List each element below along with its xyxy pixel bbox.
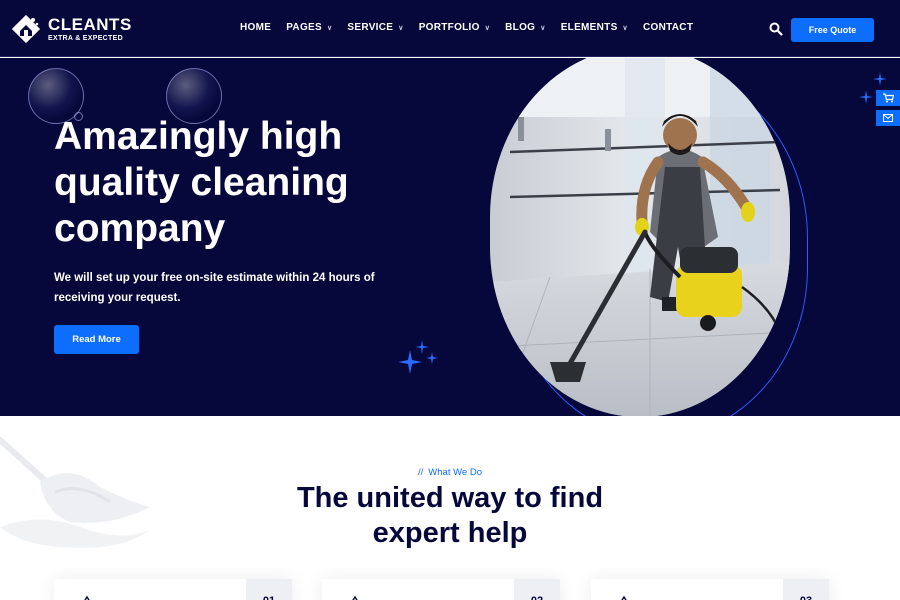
eyebrow-label: What We Do — [428, 467, 482, 478]
nav-label: HOME — [240, 22, 272, 33]
cart-side-tab[interactable] — [876, 90, 900, 106]
eyebrow-prefix: // — [418, 467, 424, 478]
nav-item-portfolio[interactable]: PORTFOLIO ∨ — [419, 22, 490, 33]
service-card[interactable]: 02 — [322, 579, 560, 600]
site-header: CLEANTS EXTRA & EXPECTED HOME PAGES ∨ SE… — [0, 0, 900, 57]
hero-title: Amazingly high quality cleaning company — [54, 115, 349, 250]
card-number: 02 — [514, 579, 560, 600]
hero-cleaner-image — [490, 58, 790, 416]
sparkle-icon — [398, 340, 438, 374]
nav-label: CONTACT — [642, 22, 694, 33]
nav-item-service[interactable]: SERVICE ∨ — [347, 22, 403, 33]
service-icon — [621, 595, 627, 600]
service-icon — [84, 595, 90, 600]
hero-subtitle: We will set up your free on-site estimat… — [54, 272, 375, 304]
card-number: 01 — [246, 579, 292, 600]
nav-item-contact[interactable]: CONTACT — [643, 22, 693, 33]
cart-icon — [882, 93, 894, 103]
main-nav: HOME PAGES ∨ SERVICE ∨ PORTFOLIO ∨ BLOG … — [240, 22, 708, 33]
chevron-down-icon: ∨ — [484, 24, 491, 32]
logo-icon — [11, 14, 41, 44]
nav-item-blog[interactable]: BLOG ∨ — [505, 22, 546, 33]
mail-side-tab[interactable] — [876, 110, 900, 126]
brand-tagline: EXTRA & EXPECTED — [48, 35, 123, 42]
section-eyebrow: // What We Do — [0, 467, 900, 478]
hero-section: Amazingly high quality cleaning company … — [0, 58, 900, 416]
service-card[interactable]: 03 — [591, 579, 829, 600]
logo[interactable]: CLEANTS EXTRA & EXPECTED — [10, 13, 132, 45]
nav-item-home[interactable]: HOME — [240, 22, 271, 33]
nav-label: SERVICE — [347, 22, 394, 33]
nav-label: ELEMENTS — [560, 22, 618, 33]
service-card[interactable]: 01 — [54, 579, 292, 600]
nav-item-elements[interactable]: ELEMENTS ∨ — [561, 22, 628, 33]
service-icon — [352, 595, 358, 600]
card-number: 03 — [783, 579, 829, 600]
read-more-button[interactable]: Read More — [54, 325, 139, 354]
nav-label: BLOG — [505, 22, 536, 33]
chevron-down-icon: ∨ — [326, 24, 333, 32]
chevron-down-icon: ∨ — [622, 24, 628, 32]
nav-item-pages[interactable]: PAGES ∨ — [286, 22, 332, 33]
nav-label: PAGES — [286, 22, 322, 33]
section-title: The united way to find expert help — [296, 482, 604, 549]
chevron-down-icon: ∨ — [540, 24, 546, 32]
mail-icon — [883, 114, 893, 122]
nav-label: PORTFOLIO — [418, 22, 480, 33]
brand-name: CLEANTS — [48, 15, 132, 34]
broom-background-icon — [0, 437, 150, 548]
chevron-down-icon: ∨ — [398, 24, 404, 32]
search-icon[interactable] — [769, 22, 783, 36]
free-quote-button[interactable]: Free Quote — [791, 18, 874, 42]
